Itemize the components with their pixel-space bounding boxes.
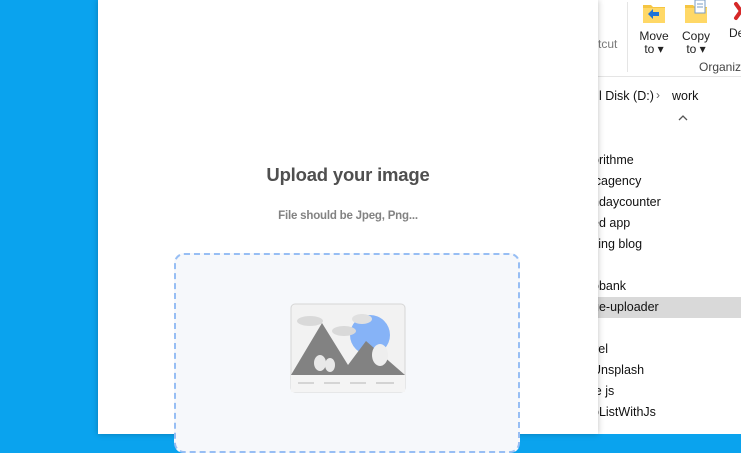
list-item[interactable]: obank (590, 276, 741, 297)
list-item[interactable]: icagency (590, 171, 741, 192)
delete-icon (734, 2, 741, 20)
breadcrumb-work[interactable]: work (672, 89, 698, 103)
paste-shortcut-label[interactable]: tcut (598, 37, 617, 51)
list-item[interactable]: le js (590, 381, 741, 402)
move-to-button[interactable]: Move to ▾ (634, 0, 674, 56)
sort-up-icon[interactable] (678, 114, 688, 122)
list-item[interactable]: hdaycounter (590, 192, 741, 213)
list-item[interactable]: Unsplash (590, 360, 741, 381)
list-item[interactable] (590, 255, 741, 276)
delete-label: De (729, 26, 741, 40)
move-to-label-2: to ▾ (644, 42, 664, 56)
delete-button[interactable]: De (729, 0, 741, 40)
list-item[interactable] (590, 318, 741, 339)
move-to-label-1: Move (639, 29, 669, 43)
uploader-window: Upload your image File should be Jpeg, P… (98, 0, 598, 453)
address-bar[interactable]: l Disk (D:) › work (590, 84, 741, 108)
chevron-right-icon[interactable]: › (656, 88, 660, 102)
copy-to-label-1: Copy (681, 29, 710, 43)
organize-group-label: Organiz (699, 60, 741, 74)
copy-to-label-2: to ▾ (686, 42, 706, 56)
ribbon: tcut Move to ▾ Copy to ▾ D Organiz (590, 0, 741, 77)
list-item[interactable]: king blog (590, 234, 741, 255)
file-type-hint: File should be Jpeg, Png... (278, 210, 418, 222)
ribbon-divider (627, 2, 628, 72)
breadcrumb-disk[interactable]: l Disk (D:) (599, 89, 654, 103)
list-item-selected[interactable]: ge-uploader (590, 297, 741, 318)
page-title: Upload your image (266, 164, 430, 185)
list-item[interactable]: oListWithJs (590, 402, 741, 423)
image-dropzone[interactable] (174, 253, 520, 453)
copy-to-button[interactable]: Copy to ▾ (676, 0, 716, 56)
list-item[interactable]: orithme (590, 150, 741, 171)
image-placeholder-icon (290, 303, 406, 393)
folder-copy-icon (685, 0, 707, 23)
folder-move-icon (643, 5, 665, 23)
list-item[interactable]: ed app (590, 213, 741, 234)
file-explorer-window: tcut Move to ▾ Copy to ▾ D Organiz l Dis… (590, 0, 741, 434)
list-item[interactable]: vel (590, 339, 741, 360)
